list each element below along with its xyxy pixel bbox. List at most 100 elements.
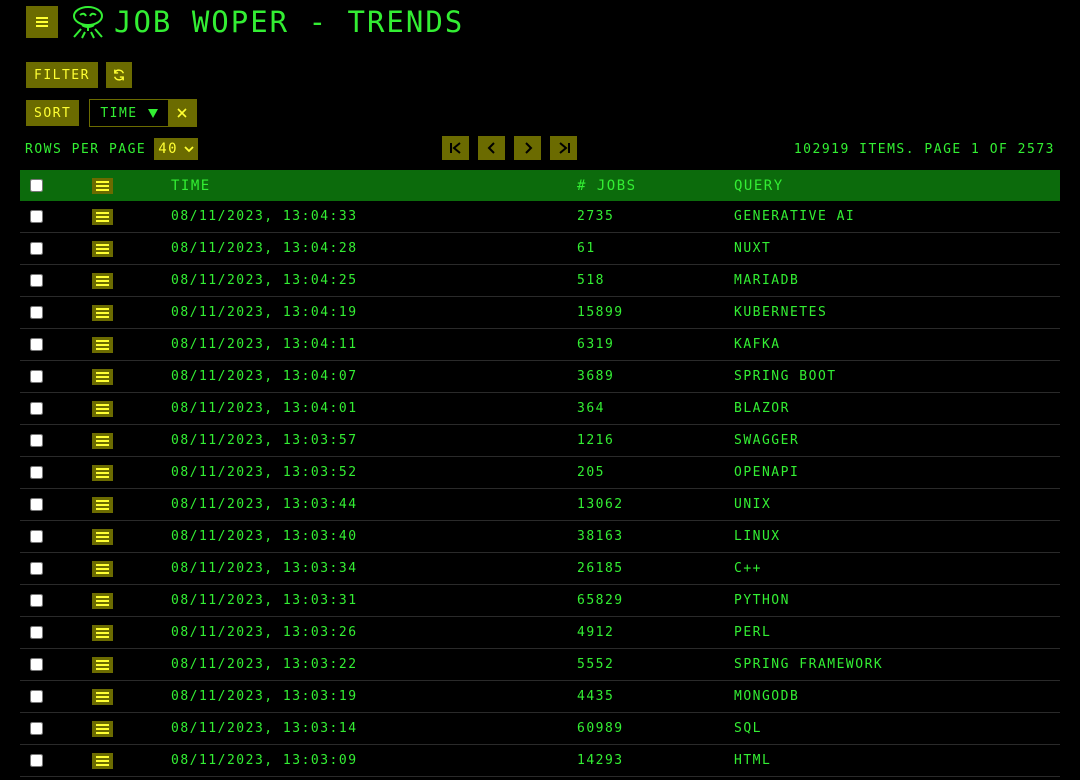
cell-jobs: 14293	[577, 753, 624, 768]
cell-query: mariadb	[734, 273, 800, 288]
row-menu-button[interactable]	[92, 336, 113, 353]
row-checkbox[interactable]	[30, 274, 43, 287]
row-checkbox[interactable]	[30, 434, 43, 447]
row-checkbox[interactable]	[30, 722, 43, 735]
column-header-jobs[interactable]: # Jobs	[577, 178, 734, 194]
row-menu-cell	[92, 656, 171, 673]
refresh-icon	[113, 69, 124, 81]
cell-time: 08/11/2023, 13:04:25	[171, 273, 358, 288]
row-menu-button[interactable]	[92, 240, 113, 257]
cell-query: spring framework	[734, 657, 884, 672]
row-checkbox[interactable]	[30, 498, 43, 511]
row-menu-button[interactable]	[92, 432, 113, 449]
rows-per-page: Rows per page 40	[25, 136, 199, 162]
cell-time: 08/11/2023, 13:03:14	[171, 721, 358, 736]
row-checkbox[interactable]	[30, 306, 43, 319]
table-row: 08/11/2023, 13:03:31 65829 python	[20, 585, 1060, 617]
row-checkbox[interactable]	[30, 690, 43, 703]
cell-time: 08/11/2023, 13:04:07	[171, 369, 358, 384]
hamburger-icon	[96, 627, 109, 638]
next-page-icon	[524, 142, 532, 154]
row-checkbox[interactable]	[30, 594, 43, 607]
cell-time: 08/11/2023, 13:04:11	[171, 337, 358, 352]
cell-time: 08/11/2023, 13:04:28	[171, 241, 358, 256]
cell-time: 08/11/2023, 13:03:09	[171, 753, 358, 768]
triangle-down-icon[interactable]	[147, 108, 158, 118]
chevron-down-icon	[184, 146, 194, 153]
row-menu-button[interactable]	[92, 368, 113, 385]
row-menu-cell	[92, 240, 171, 257]
row-menu-button[interactable]	[92, 528, 113, 545]
row-select-cell	[20, 562, 92, 575]
row-menu-button[interactable]	[92, 560, 113, 577]
main-menu-button[interactable]	[26, 6, 58, 38]
first-page-button[interactable]	[442, 136, 469, 160]
last-page-icon	[558, 142, 570, 154]
last-page-button[interactable]	[550, 136, 577, 160]
row-menu-button[interactable]	[92, 720, 113, 737]
cell-time: 08/11/2023, 13:03:57	[171, 433, 358, 448]
table-row: 08/11/2023, 13:03:44 13062 unix	[20, 489, 1060, 521]
column-header-query[interactable]: Query	[734, 178, 1060, 194]
trends-table: Time # Jobs Query 08/11/2023, 13:04:33 2…	[20, 170, 1060, 777]
filter-button[interactable]: Filter	[26, 62, 98, 88]
app-header: Job Woper - Trends	[26, 5, 464, 39]
cell-jobs: 15899	[577, 305, 624, 320]
remove-sort-button[interactable]	[167, 100, 196, 126]
hamburger-icon	[96, 723, 109, 734]
row-menu-button[interactable]	[92, 400, 113, 417]
hamburger-icon	[96, 691, 109, 702]
row-select-cell	[20, 722, 92, 735]
cell-jobs: 5552	[577, 657, 615, 672]
row-checkbox[interactable]	[30, 530, 43, 543]
header-menu-button[interactable]	[92, 177, 113, 194]
table-row: 08/11/2023, 13:03:14 60989 sql	[20, 713, 1060, 745]
row-select-cell	[20, 530, 92, 543]
refresh-button[interactable]	[105, 62, 132, 88]
row-menu-button[interactable]	[92, 464, 113, 481]
row-menu-button[interactable]	[92, 752, 113, 769]
row-menu-button[interactable]	[92, 624, 113, 641]
cell-jobs: 2735	[577, 209, 615, 224]
sort-button[interactable]: Sort	[26, 100, 80, 126]
row-checkbox[interactable]	[30, 754, 43, 767]
rows-per-page-select[interactable]: 40	[154, 138, 199, 160]
cell-query: kafka	[734, 337, 781, 352]
row-checkbox[interactable]	[30, 626, 43, 639]
row-checkbox[interactable]	[30, 242, 43, 255]
row-menu-button[interactable]	[92, 656, 113, 673]
cell-query: mongodb	[734, 689, 800, 704]
sort-chip-label-wrap[interactable]: Time	[90, 100, 167, 126]
hamburger-icon	[96, 435, 109, 446]
row-select-cell	[20, 754, 92, 767]
cell-jobs: 364	[577, 401, 605, 416]
row-menu-button[interactable]	[92, 496, 113, 513]
alien-icon	[73, 6, 103, 39]
row-menu-button[interactable]	[92, 208, 113, 225]
cell-time: 08/11/2023, 13:03:22	[171, 657, 358, 672]
cell-query: openapi	[734, 465, 800, 480]
cell-query: python	[734, 593, 790, 608]
row-checkbox[interactable]	[30, 402, 43, 415]
row-menu-button[interactable]	[92, 272, 113, 289]
cell-time: 08/11/2023, 13:04:33	[171, 209, 358, 224]
row-checkbox[interactable]	[30, 210, 43, 223]
row-checkbox[interactable]	[30, 370, 43, 383]
cell-jobs: 26185	[577, 561, 624, 576]
row-checkbox[interactable]	[30, 658, 43, 671]
cell-query: spring boot	[734, 369, 837, 384]
row-checkbox[interactable]	[30, 338, 43, 351]
row-checkbox[interactable]	[30, 466, 43, 479]
prev-page-button[interactable]	[478, 136, 505, 160]
row-menu-cell	[92, 624, 171, 641]
column-header-time[interactable]: Time	[171, 178, 577, 194]
next-page-button[interactable]	[514, 136, 541, 160]
select-all-checkbox[interactable]	[30, 179, 43, 192]
cell-jobs: 65829	[577, 593, 624, 608]
cell-time: 08/11/2023, 13:03:40	[171, 529, 358, 544]
row-menu-button[interactable]	[92, 304, 113, 321]
row-menu-button[interactable]	[92, 592, 113, 609]
row-select-cell	[20, 690, 92, 703]
row-checkbox[interactable]	[30, 562, 43, 575]
row-menu-button[interactable]	[92, 688, 113, 705]
